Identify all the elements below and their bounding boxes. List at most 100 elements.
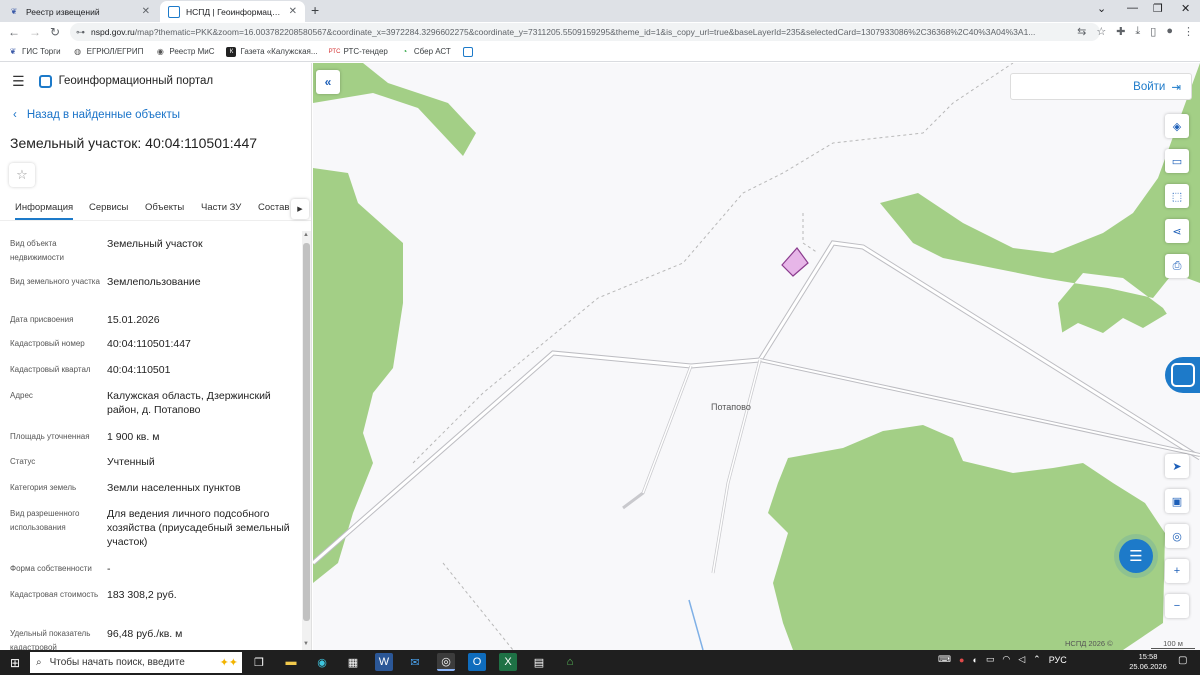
location-search-icon: ◎ <box>1172 530 1182 543</box>
bookmark-sber[interactable]: ◔ Сбер АСТ <box>400 47 451 57</box>
taskbar-search[interactable]: ⌕ Чтобы начать поиск, введите ✦✦ <box>30 652 242 673</box>
bookmark-label: Сбер АСТ <box>413 47 451 56</box>
word-icon[interactable]: W <box>375 653 393 671</box>
bookmark-registry[interactable]: ◉ Реестр МиС <box>155 47 215 57</box>
scale-bar: 100 м <box>1151 639 1195 649</box>
tab-composition[interactable]: Состав <box>258 202 289 213</box>
close-tab-icon[interactable]: ✕ <box>142 6 150 17</box>
maximize-icon[interactable]: ❐ <box>1153 2 1163 15</box>
mail-icon[interactable]: ✉ <box>406 653 424 671</box>
minimize-icon[interactable]: — <box>1127 2 1138 14</box>
select-area-button[interactable]: ⬚ <box>1165 184 1189 208</box>
collapse-panel-button[interactable]: « <box>316 70 340 94</box>
sidepanel-icon[interactable]: ▯ <box>1150 25 1156 38</box>
map-layers <box>313 63 1200 650</box>
new-tab-icon[interactable]: + <box>311 2 319 18</box>
newspaper-icon: К <box>226 46 237 57</box>
login-arrow-icon: ⇥ <box>1171 81 1181 94</box>
clock-time: 15:58 <box>1138 652 1158 661</box>
profile-icon[interactable]: ● <box>1166 25 1173 38</box>
basemap-button[interactable]: ▣ <box>1165 489 1189 513</box>
volume-icon[interactable]: ◁ <box>1018 654 1025 665</box>
panel-scrollbar[interactable]: ▲ ▼ <box>302 231 311 650</box>
property-value: Землепользование <box>107 276 201 288</box>
notifications-icon[interactable]: ▢ <box>1178 655 1187 666</box>
bookmark-newspaper[interactable]: К Газета «Калужская... <box>226 46 318 57</box>
bookmark-gis-torgi[interactable]: ❦ ГИС Торги <box>8 47 61 57</box>
back-to-results-link[interactable]: ‹ Назад в найденные объекты <box>13 109 180 121</box>
task-view-icon[interactable]: ❐ <box>250 653 268 671</box>
property-value: 40:04:110501:447 <box>107 338 191 350</box>
property-value: Калужская область, Дзержинский район, д.… <box>107 390 271 416</box>
share-button[interactable]: ⋖ <box>1165 219 1189 243</box>
home-app-icon[interactable]: ⌂ <box>561 653 579 671</box>
site-info-icon[interactable]: ⊶ <box>76 27 85 38</box>
place-label: Потапово <box>711 402 751 412</box>
bookmark-egrul[interactable]: ◍ ЕГРЮЛ/ЕГРИП <box>73 47 143 57</box>
property-label: Вид разрешенного использования <box>10 509 80 532</box>
bookmark-star-icon[interactable]: ☆ <box>1096 25 1106 38</box>
close-window-icon[interactable]: ✕ <box>1181 2 1190 15</box>
map-canvas[interactable]: « Войти ⇥ ◈ ▭ ⬚ ⋖ ⎙ ➤ ▣ ◎ + − ☰ Потапово… <box>313 63 1200 650</box>
store-icon[interactable]: ▦ <box>344 653 362 671</box>
tray-app-icon[interactable]: ◐ <box>972 655 977 665</box>
side-widget-button[interactable] <box>1165 357 1200 393</box>
tab-information[interactable]: Информация <box>15 202 74 220</box>
menu-dots-icon[interactable]: ⋮ <box>1183 25 1194 38</box>
registry-icon: ◉ <box>156 47 164 56</box>
road <box>642 365 692 494</box>
keyboard-icon[interactable]: ⌨ <box>938 654 951 665</box>
outlook-icon[interactable]: O <box>468 653 486 671</box>
system-clock[interactable]: 15:58 25.06.2026 <box>1128 652 1168 672</box>
river <box>688 599 704 650</box>
map-attribution: НСПД 2026 © <box>1065 639 1113 648</box>
scrollbar-thumb[interactable] <box>303 243 310 621</box>
tabs-scroll-right-button[interactable]: ▶ <box>291 199 309 219</box>
portal-logo[interactable]: Геоинформационный портал <box>38 74 213 88</box>
property-value: Для ведения личного подсобного хозяйства… <box>107 508 290 548</box>
window-collapse-icon[interactable]: ⌄ <box>1097 2 1106 15</box>
bookmark-extra[interactable] <box>462 46 473 57</box>
zoom-out-button[interactable]: − <box>1165 594 1189 618</box>
chrome-icon[interactable]: ◎ <box>437 653 455 671</box>
calculator-icon[interactable]: ▤ <box>530 653 548 671</box>
wifi-icon[interactable]: ◠ <box>1002 654 1010 665</box>
url-field[interactable]: ⊶ nspd.gov.ru /map?thematic=PKK&zoom=16.… <box>70 23 1100 41</box>
forward-arrow-icon[interactable]: → <box>29 25 41 39</box>
translate-icon[interactable]: ⇆ <box>1077 25 1086 38</box>
antivirus-icon[interactable]: ● <box>959 655 964 665</box>
scroll-down-icon[interactable]: ▼ <box>303 641 309 647</box>
favorite-star-button[interactable]: ☆ <box>9 163 35 187</box>
tab-objects[interactable]: Объекты <box>145 202 184 213</box>
bookmark-rts[interactable]: РТС РТС-тендер <box>329 47 388 57</box>
search-location-button[interactable]: ◎ <box>1165 524 1189 548</box>
chevron-up-icon[interactable]: ⌃ <box>1033 654 1041 665</box>
tab-services[interactable]: Сервисы <box>89 202 128 213</box>
excel-icon[interactable]: X <box>499 653 517 671</box>
geolocation-button[interactable]: ➤ <box>1165 454 1189 478</box>
reload-icon[interactable]: ↻ <box>50 25 60 39</box>
back-arrow-icon[interactable]: ← <box>8 25 20 39</box>
scroll-up-icon[interactable]: ▲ <box>303 232 309 238</box>
file-explorer-icon[interactable]: ▬ <box>282 653 300 671</box>
login-button[interactable]: Войти ⇥ <box>1010 73 1192 100</box>
layers-button[interactable]: ◈ <box>1165 114 1189 138</box>
browser-tab-nspd[interactable]: НСПД | Геоинформационный п ✕ <box>160 1 305 22</box>
property-label: Площадь уточненная <box>10 432 90 441</box>
hamburger-menu-icon[interactable]: ☰ <box>12 73 25 90</box>
chat-button[interactable]: ☰ <box>1119 539 1153 573</box>
property-value: Земельный участок <box>107 238 203 250</box>
extensions-icon[interactable]: ✚ <box>1116 25 1125 38</box>
language-indicator[interactable]: РУС <box>1049 655 1067 665</box>
download-icon[interactable]: ⤓ <box>1135 25 1140 38</box>
close-tab-icon[interactable]: ✕ <box>289 6 297 17</box>
browser-tab-registry[interactable]: ❦ Реестр извещений ✕ <box>0 1 158 22</box>
tab-parts[interactable]: Части ЗУ <box>201 202 241 213</box>
emblem-icon: ❦ <box>10 7 18 16</box>
print-button[interactable]: ⎙ <box>1165 254 1189 278</box>
edge-icon[interactable]: ◉ <box>313 653 331 671</box>
windows-start-icon[interactable]: ⊞ <box>10 656 20 670</box>
network-icon[interactable]: ▭ <box>986 654 995 665</box>
zoom-in-button[interactable]: + <box>1165 559 1189 583</box>
measure-button[interactable]: ▭ <box>1165 149 1189 173</box>
